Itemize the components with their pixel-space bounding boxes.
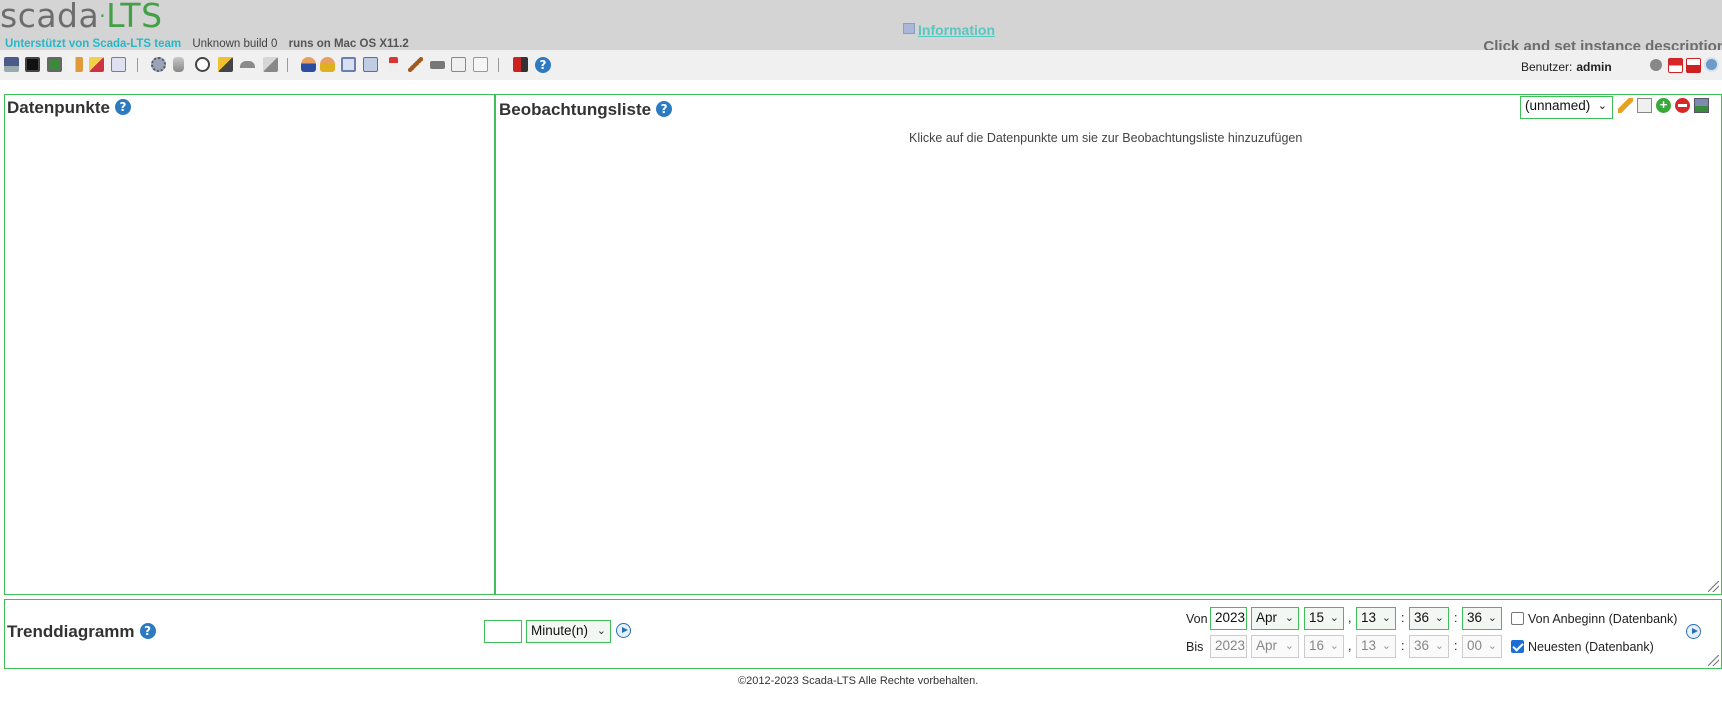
from-month-select[interactable]: Apr ⌄ (1251, 607, 1299, 630)
build-info: Unknown build 0 (192, 38, 278, 50)
from-beginning-label: Von Anbeginn (Datenbank) (1528, 612, 1678, 626)
os-info: runs on Mac OS X11.2 (288, 38, 409, 50)
edit-watchlist-icon[interactable] (1618, 98, 1633, 113)
home-icon[interactable] (1668, 58, 1683, 73)
to-minute-select[interactable]: 36 ⌄ (1409, 635, 1449, 658)
watchlist-title: Beobachtungsliste? (499, 100, 673, 120)
trend-chart-title: Trenddiagramm? (7, 622, 156, 642)
maintenance-events-icon[interactable] (408, 57, 423, 72)
support-link[interactable]: Unterstützt von Scada-LTS team (5, 38, 181, 50)
home-set-icon[interactable] (1686, 58, 1701, 73)
sql-icon[interactable] (473, 57, 488, 72)
undo-icon[interactable] (1650, 59, 1662, 71)
from-year-input[interactable]: 2023 (1210, 607, 1247, 630)
datapoints-panel: Datenpunkte? (4, 94, 495, 595)
scada-lts-logo: SCADA·LTS (0, 0, 163, 35)
scheduled-events-icon[interactable] (195, 57, 210, 72)
publishers-icon[interactable] (389, 57, 398, 72)
users-icon[interactable] (301, 57, 316, 72)
watchlist-select[interactable]: (unnamed) ⌄ (1520, 96, 1613, 119)
time-separator: : (1454, 639, 1458, 653)
latest-label: Neuesten (Datenbank) (1528, 640, 1654, 654)
scripting-icon[interactable] (263, 57, 278, 72)
event-detection-icon[interactable] (68, 57, 83, 72)
export-watchlist-icon[interactable] (1694, 98, 1709, 113)
current-user: Benutzer: admin (1521, 60, 1612, 74)
copy-watchlist-icon[interactable] (1637, 98, 1652, 113)
to-hour-select[interactable]: 13 ⌄ (1356, 635, 1396, 658)
time-separator: : (1401, 639, 1405, 653)
compound-events-icon[interactable] (218, 57, 233, 72)
date-time-separator: , (1348, 639, 1352, 653)
toolbar-separator (287, 58, 288, 72)
trend-help-icon[interactable]: ? (139, 623, 156, 639)
logout-icon[interactable] (513, 57, 528, 72)
point-details-icon[interactable] (47, 57, 62, 72)
point-hierarchy-icon[interactable] (341, 57, 356, 72)
period-value-input[interactable] (484, 620, 522, 643)
from-beginning-checkbox[interactable] (1511, 612, 1524, 625)
date-time-separator: , (1348, 611, 1352, 625)
watchlist-panel: Beobachtungsliste? Klicke auf die Datenp… (495, 94, 1722, 595)
watch-list-icon[interactable] (25, 57, 40, 72)
alarms-icon[interactable] (89, 57, 104, 72)
user-profiles-icon[interactable] (320, 57, 335, 72)
toolbar-separator (498, 58, 499, 72)
point-links-icon[interactable] (240, 61, 255, 68)
datapoints-help-icon[interactable]: ? (114, 99, 131, 115)
app-header: SCADA·LTS Unterstützt von Scada-LTS team… (0, 0, 1722, 55)
from-hour-select[interactable]: 13 ⌄ (1356, 607, 1396, 630)
graphic-views-icon[interactable] (4, 57, 19, 72)
from-second-select[interactable]: 36 ⌄ (1462, 607, 1502, 630)
trend-resize-handle[interactable] (1708, 655, 1719, 666)
database-icon[interactable] (173, 57, 184, 72)
to-year-input[interactable]: 2023 (1210, 635, 1247, 658)
language-icon[interactable] (1704, 57, 1719, 72)
watchlist-resize-handle[interactable] (1708, 581, 1719, 592)
to-day-select[interactable]: 16 ⌄ (1304, 635, 1344, 658)
data-sources-icon[interactable] (151, 57, 166, 72)
datapoints-title: Datenpunkte? (7, 98, 131, 118)
apply-period-icon[interactable] (616, 623, 631, 638)
mailing-lists-icon[interactable] (363, 57, 378, 72)
to-month-select[interactable]: Apr ⌄ (1251, 635, 1299, 658)
period-unit-select[interactable]: Minute(n) ⌄ (526, 620, 611, 643)
copyright-footer: ©2012-2023 Scada-LTS Alle Rechte vorbeha… (738, 675, 979, 687)
from-minute-select[interactable]: 36 ⌄ (1409, 607, 1449, 630)
time-separator: : (1401, 611, 1405, 625)
header-subtitle: Unterstützt von Scada-LTS team Unknown b… (5, 38, 409, 50)
information-link[interactable]: Information (903, 22, 995, 38)
main-toolbar: ? Benutzer: admin (0, 50, 1722, 80)
to-label: Bis (1186, 640, 1204, 654)
toolbar-separator (137, 58, 138, 72)
emport-icon[interactable] (451, 57, 466, 72)
time-separator: : (1454, 611, 1458, 625)
reports-icon[interactable] (111, 57, 126, 72)
system-settings-icon[interactable] (430, 61, 445, 69)
help-icon[interactable]: ? (535, 57, 551, 73)
watchlist-hint: Klicke auf die Datenpunkte um sie zur Be… (909, 131, 1303, 145)
information-flag-icon (903, 23, 915, 34)
from-day-select[interactable]: 15 ⌄ (1304, 607, 1344, 630)
from-label: Von (1186, 612, 1208, 626)
apply-range-icon[interactable] (1686, 624, 1701, 639)
latest-checkbox[interactable] (1511, 640, 1524, 653)
to-second-select[interactable]: 00 ⌄ (1462, 635, 1502, 658)
watchlist-help-icon[interactable]: ? (656, 101, 673, 117)
delete-watchlist-icon[interactable] (1675, 98, 1690, 113)
add-watchlist-icon[interactable]: + (1656, 98, 1671, 113)
